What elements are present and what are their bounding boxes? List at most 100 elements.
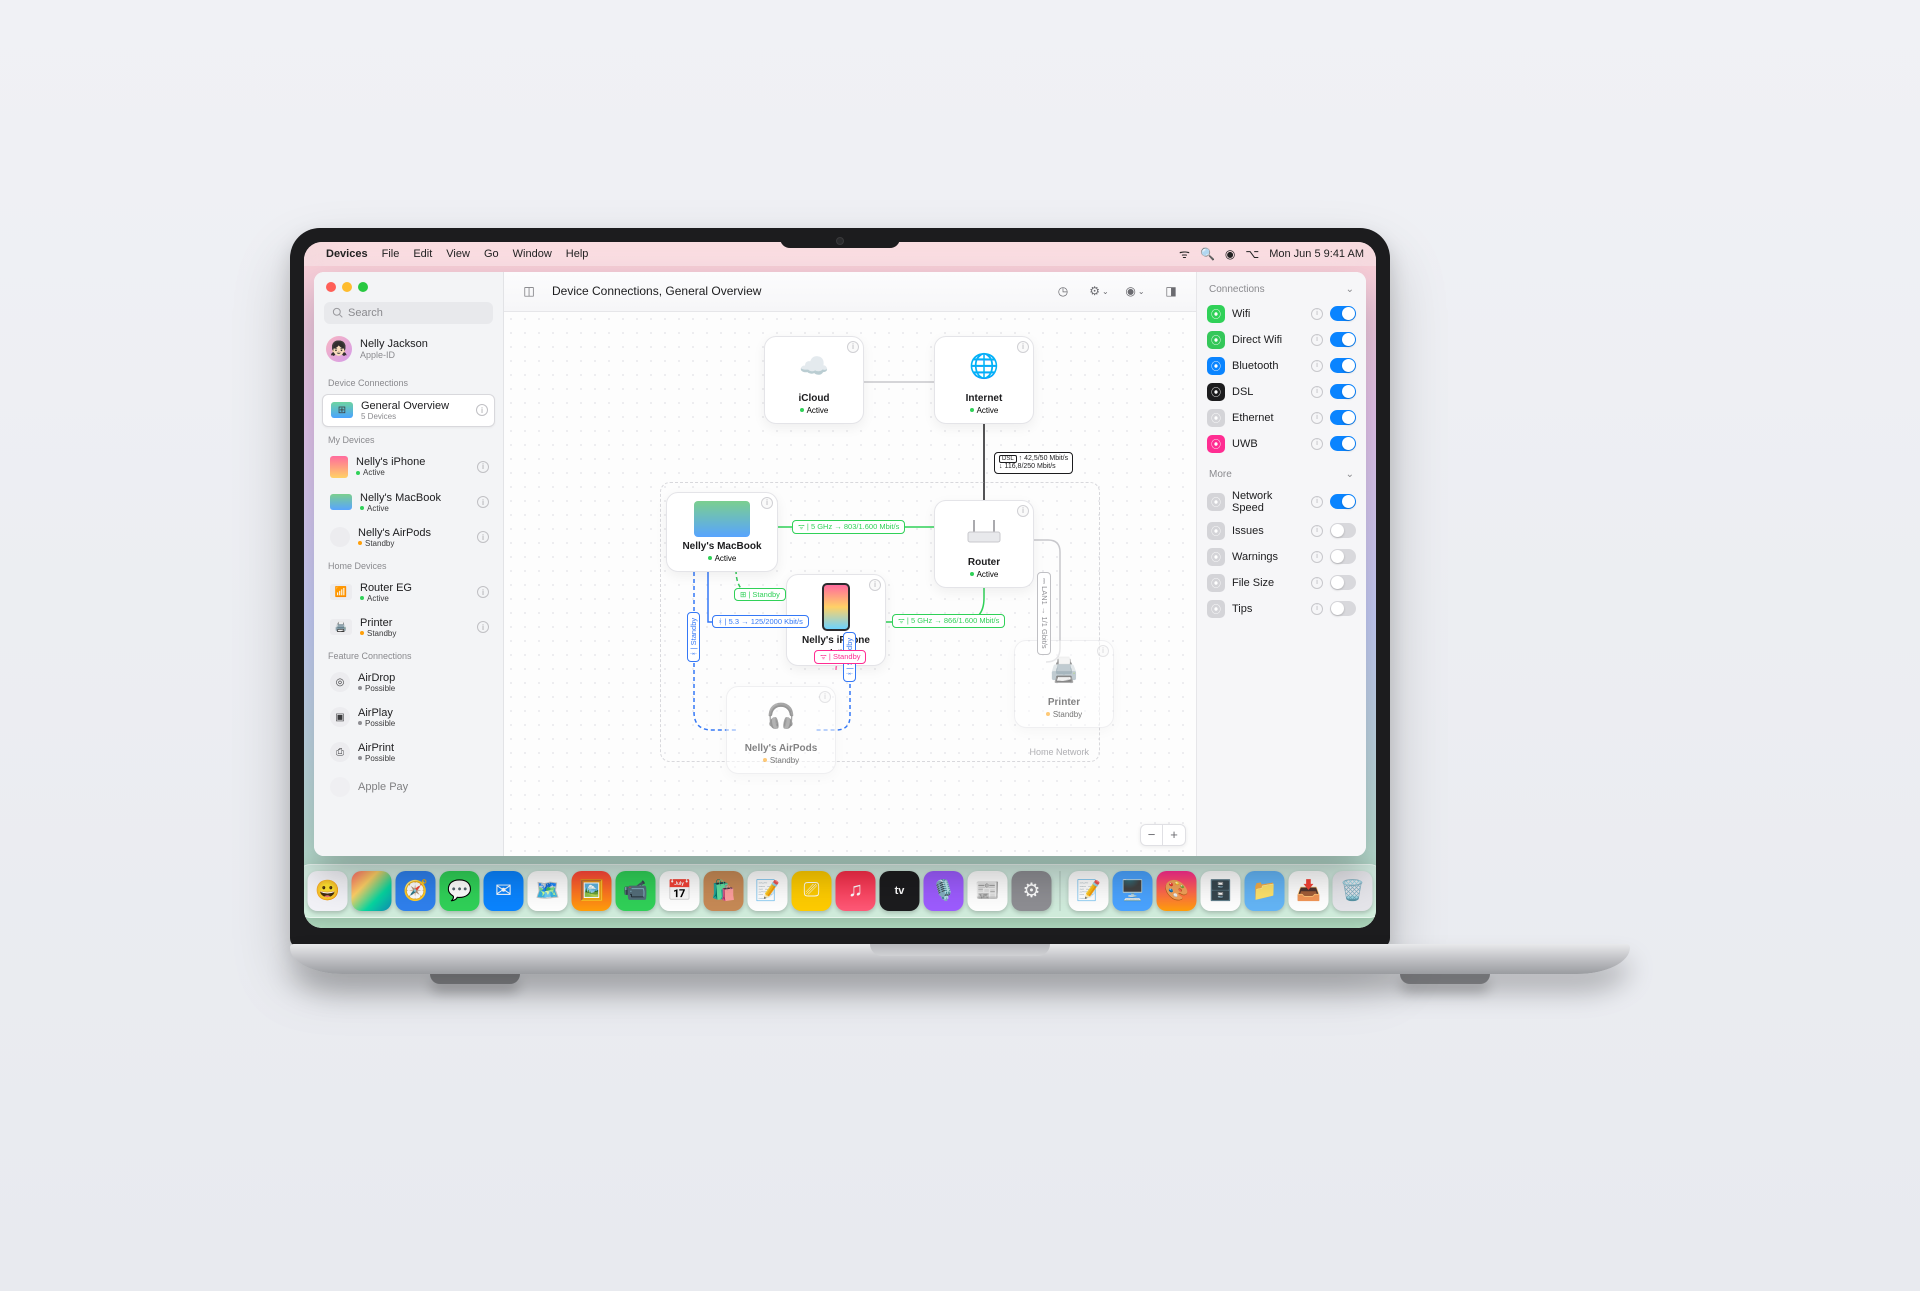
info-icon[interactable]: i: [1311, 603, 1323, 615]
info-icon[interactable]: i: [1311, 360, 1323, 372]
menu-file[interactable]: File: [382, 248, 400, 260]
menu-help[interactable]: Help: [566, 248, 589, 260]
sidebar-item-apple-pay[interactable]: Apple Pay: [322, 772, 495, 802]
search-input[interactable]: Search: [324, 302, 493, 324]
fullscreen-window-button[interactable]: [358, 282, 368, 292]
menu-edit[interactable]: Edit: [413, 248, 432, 260]
dock-app[interactable]: 🖥️: [1113, 871, 1153, 911]
share-dropdown-button[interactable]: ◉⌄: [1122, 280, 1148, 302]
dock-app[interactable]: 📹: [616, 871, 656, 911]
dock-app[interactable]: 🗑️: [1333, 871, 1373, 911]
info-icon[interactable]: i: [1017, 341, 1029, 353]
info-icon[interactable]: i: [1311, 334, 1323, 346]
device-canvas[interactable]: DSL↑ 42,5/50 Mbit/s ↓ 116,8/250 Mbit/s ᯤ…: [504, 312, 1196, 856]
info-icon[interactable]: i: [477, 586, 489, 598]
zoom-in-button[interactable]: +: [1163, 825, 1185, 845]
dock-app[interactable]: 🗺️: [528, 871, 568, 911]
info-icon[interactable]: i: [761, 497, 773, 509]
info-icon[interactable]: i: [1311, 386, 1323, 398]
dock-app[interactable]: ⚙︎: [1012, 871, 1052, 911]
info-icon[interactable]: i: [819, 691, 831, 703]
menubar-datetime[interactable]: Mon Jun 5 9:41 AM: [1269, 248, 1364, 260]
dock-app[interactable]: 📅: [660, 871, 700, 911]
inspector-section-more[interactable]: More⌄: [1207, 465, 1356, 486]
dock-app[interactable]: ♫: [836, 871, 876, 911]
toggle-switch[interactable]: [1330, 575, 1356, 590]
dock-app[interactable]: 🎨: [1157, 871, 1197, 911]
toggle-sidebar-button[interactable]: ◫: [516, 280, 542, 302]
dock-app[interactable]: 📰: [968, 871, 1008, 911]
dock-app[interactable]: 📝: [748, 871, 788, 911]
node-router[interactable]: i Router Active: [934, 500, 1034, 588]
dock-app[interactable]: 🛍️: [704, 871, 744, 911]
info-icon[interactable]: i: [1311, 525, 1323, 537]
info-icon[interactable]: i: [847, 341, 859, 353]
spotlight-icon[interactable]: 🔍: [1200, 247, 1215, 261]
dock-app[interactable]: 🗄️: [1201, 871, 1241, 911]
minimize-window-button[interactable]: [342, 282, 352, 292]
info-icon[interactable]: i: [1311, 496, 1323, 508]
sidebar-item-iphone[interactable]: Nelly's iPhoneActive i: [322, 451, 495, 483]
toggle-switch[interactable]: [1330, 410, 1356, 425]
node-printer[interactable]: i 🖨️ Printer Standby: [1014, 640, 1114, 728]
info-icon[interactable]: i: [476, 404, 488, 416]
toggle-switch[interactable]: [1330, 384, 1356, 399]
info-icon[interactable]: i: [1097, 645, 1109, 657]
menu-go[interactable]: Go: [484, 248, 499, 260]
info-icon[interactable]: i: [477, 531, 489, 543]
dock-app[interactable]: tv: [880, 871, 920, 911]
history-button[interactable]: ◷: [1050, 280, 1076, 302]
toggle-switch[interactable]: [1330, 436, 1356, 451]
dock-app[interactable]: 🎙️: [924, 871, 964, 911]
node-icloud[interactable]: i ☁️ iCloud Active: [764, 336, 864, 424]
dock-app[interactable]: 😀: [308, 871, 348, 911]
info-icon[interactable]: i: [1017, 505, 1029, 517]
close-window-button[interactable]: [326, 282, 336, 292]
sidebar-item-airpods[interactable]: Nelly's AirPodsStandby i: [322, 522, 495, 553]
info-icon[interactable]: i: [869, 579, 881, 591]
node-airpods[interactable]: i 🎧 Nelly's AirPods Standby: [726, 686, 836, 774]
info-icon[interactable]: i: [1311, 438, 1323, 450]
dock-app[interactable]: 📁: [1245, 871, 1285, 911]
node-internet[interactable]: i 🌐 Internet Active: [934, 336, 1034, 424]
dock-app[interactable]: 🖼️: [572, 871, 612, 911]
dock-app[interactable]: 📝: [1069, 871, 1109, 911]
user-switch-icon[interactable]: ◉: [1225, 247, 1235, 261]
info-icon[interactable]: i: [477, 621, 489, 633]
sidebar-item-airdrop[interactable]: ◎ AirDropPossible: [322, 667, 495, 698]
info-icon[interactable]: i: [1311, 577, 1323, 589]
sidebar-item-airplay[interactable]: ▣ AirPlayPossible: [322, 702, 495, 733]
menu-view[interactable]: View: [446, 248, 470, 260]
inspector-section-connections[interactable]: Connections⌄: [1207, 280, 1356, 301]
dock-app[interactable]: ✉︎: [484, 871, 524, 911]
toggle-switch[interactable]: [1330, 306, 1356, 321]
sidebar-item-router[interactable]: 📶 Router EGActive i: [322, 577, 495, 608]
settings-dropdown-button[interactable]: ⚙︎⌄: [1086, 280, 1112, 302]
dock-app[interactable]: 📥: [1289, 871, 1329, 911]
sidebar-user[interactable]: 👧🏻 Nelly Jackson Apple-ID: [314, 332, 503, 372]
sidebar-item-printer[interactable]: 🖨️ PrinterStandby i: [322, 612, 495, 643]
info-icon[interactable]: i: [477, 496, 489, 508]
sidebar-item-airprint[interactable]: ⎙ AirPrintPossible: [322, 737, 495, 768]
dock-app[interactable]: 🧭: [396, 871, 436, 911]
info-icon[interactable]: i: [1311, 308, 1323, 320]
toggle-switch[interactable]: [1330, 523, 1356, 538]
sidebar-item-macbook[interactable]: Nelly's MacBookActive i: [322, 487, 495, 518]
menu-window[interactable]: Window: [513, 248, 552, 260]
toggle-inspector-button[interactable]: ◨: [1158, 280, 1184, 302]
wifi-status-icon[interactable]: ᯤ: [1179, 245, 1190, 262]
dock-app[interactable]: 💬: [440, 871, 480, 911]
info-icon[interactable]: i: [1311, 551, 1323, 563]
control-center-icon[interactable]: ⌥: [1245, 247, 1259, 261]
toggle-switch[interactable]: [1330, 494, 1356, 509]
dock-app[interactable]: ⎚: [792, 871, 832, 911]
node-macbook[interactable]: i Nelly's MacBook Active: [666, 492, 778, 572]
zoom-out-button[interactable]: −: [1141, 825, 1163, 845]
toggle-switch[interactable]: [1330, 601, 1356, 616]
sidebar-item-general-overview[interactable]: ⊞ General Overview 5 Devices i: [322, 394, 495, 427]
toggle-switch[interactable]: [1330, 549, 1356, 564]
menubar-app-name[interactable]: Devices: [326, 248, 368, 260]
toggle-switch[interactable]: [1330, 358, 1356, 373]
info-icon[interactable]: i: [477, 461, 489, 473]
toggle-switch[interactable]: [1330, 332, 1356, 347]
